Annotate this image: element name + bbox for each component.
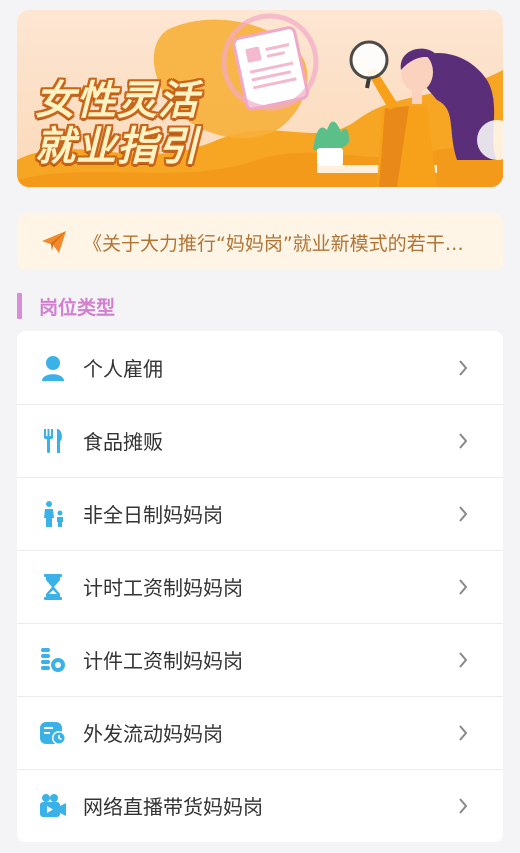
list-item-food-vendor[interactable]: 食品摊贩 <box>17 404 503 477</box>
list-item-label: 计时工资制妈妈岗 <box>83 576 243 600</box>
list-item-label: 网络直播带货妈妈岗 <box>83 795 263 819</box>
list-item-label: 个人雇佣 <box>83 357 163 381</box>
chevron-right-icon <box>455 651 471 668</box>
promo-banner[interactable]: 女性灵活 就业指引 <box>17 10 503 187</box>
section-accent-bar <box>17 293 22 319</box>
section-header: 岗位类型 <box>17 293 115 319</box>
chevron-right-icon <box>455 724 471 741</box>
list-item-outsourced-mom[interactable]: 外发流动妈妈岗 <box>17 696 503 769</box>
chevron-right-icon <box>455 359 471 376</box>
chevron-right-icon <box>455 578 471 595</box>
list-item-label: 计件工资制妈妈岗 <box>83 649 243 673</box>
list-item-label: 食品摊贩 <box>83 430 163 454</box>
job-type-list: 个人雇佣 食品摊贩 非全日制妈妈岗 计时工资制妈妈岗 计件工资制妈妈岗 外发流动 <box>17 331 503 842</box>
list-item-label: 非全日制妈妈岗 <box>83 503 223 527</box>
video-camera-icon <box>39 792 67 820</box>
list-item-personal-employment[interactable]: 个人雇佣 <box>17 331 503 404</box>
section-title: 岗位类型 <box>39 296 116 319</box>
chevron-right-icon <box>455 505 471 522</box>
list-item-piece-rate-mom[interactable]: 计件工资制妈妈岗 <box>17 623 503 696</box>
hourglass-icon <box>39 573 67 601</box>
parent-child-icon <box>39 500 67 528</box>
paper-plane-icon <box>39 227 69 257</box>
person-icon <box>39 354 67 382</box>
coins-icon <box>39 646 67 674</box>
fork-knife-icon <box>39 427 67 455</box>
notice-text: 《关于大力推行“妈妈岗”就业新模式的若干… <box>83 232 464 255</box>
list-item-livestream-mom[interactable]: 网络直播带货妈妈岗 <box>17 769 503 842</box>
clock-card-icon <box>39 719 67 747</box>
notice-bar[interactable]: 《关于大力推行“妈妈岗”就业新模式的若干… <box>17 214 503 270</box>
chevron-right-icon <box>455 432 471 449</box>
list-item-label: 外发流动妈妈岗 <box>83 722 223 746</box>
list-item-part-time-mom[interactable]: 非全日制妈妈岗 <box>17 477 503 550</box>
chevron-right-icon <box>455 797 471 814</box>
banner-title-line2: 就业指引 <box>35 124 199 170</box>
list-item-hourly-mom[interactable]: 计时工资制妈妈岗 <box>17 550 503 623</box>
